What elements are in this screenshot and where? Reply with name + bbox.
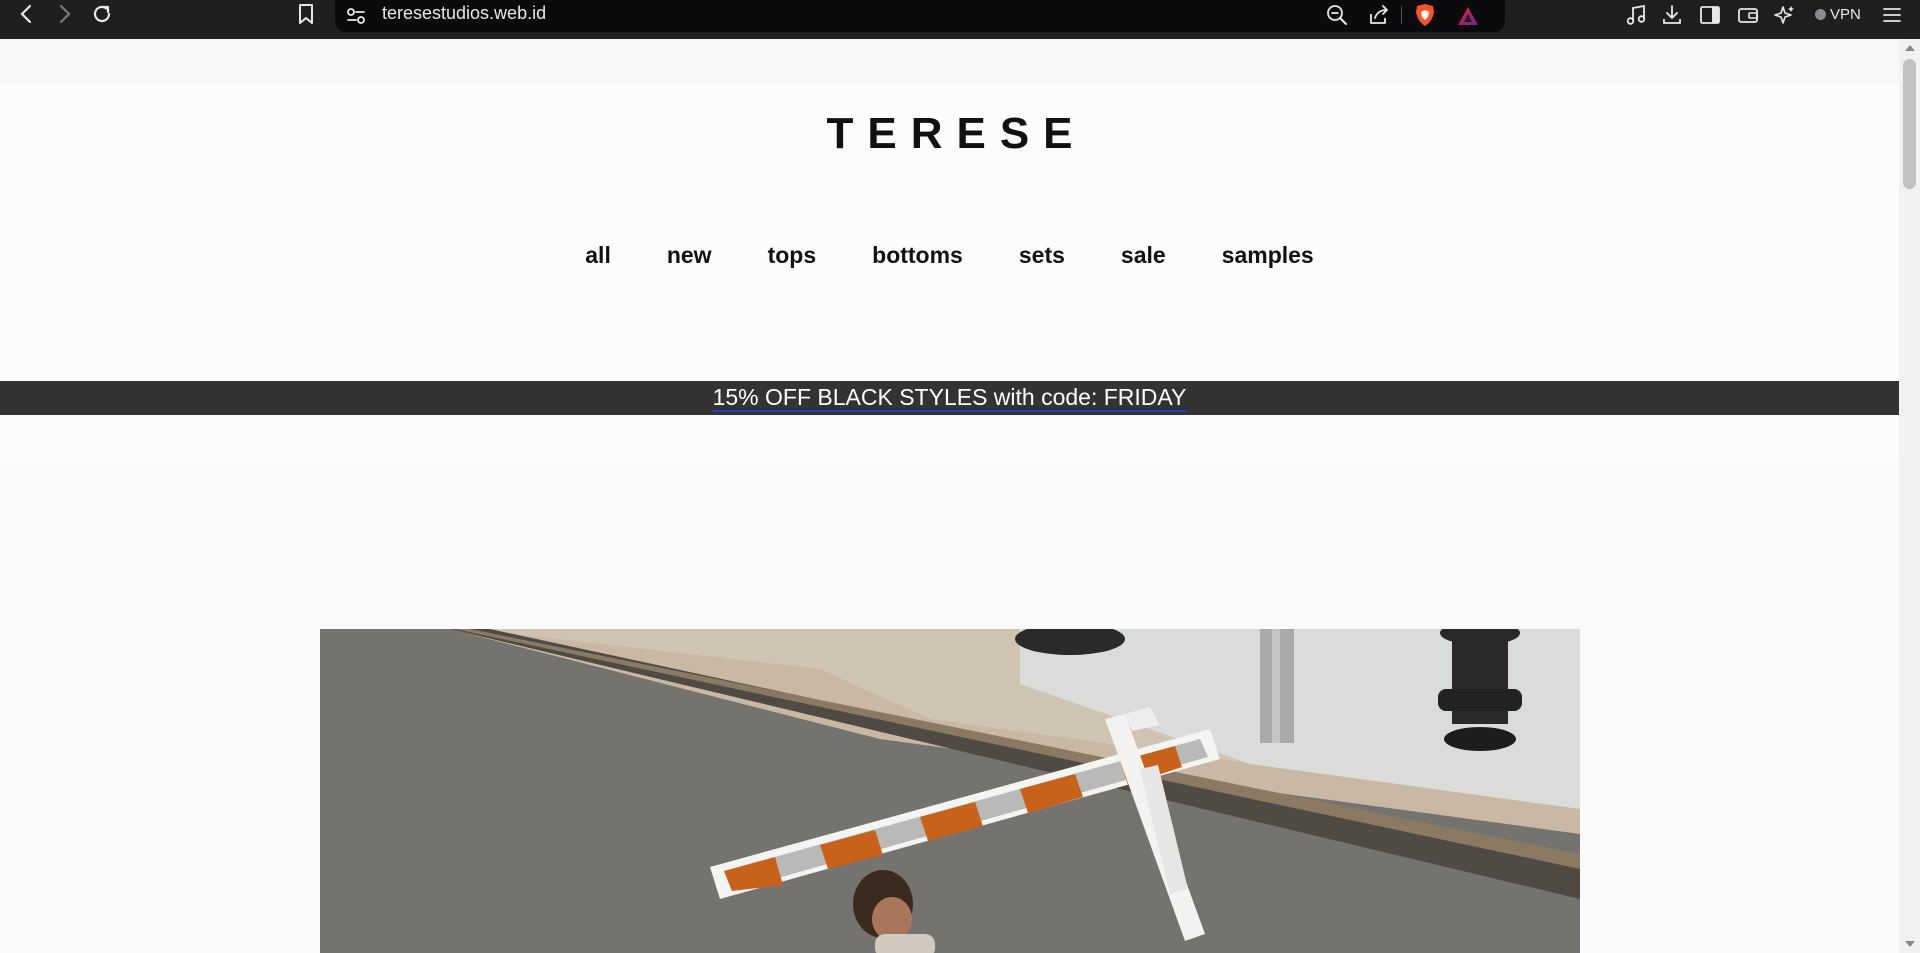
hero-image[interactable]	[320, 629, 1580, 953]
site-settings-icon[interactable]	[345, 5, 367, 27]
scroll-down-arrow-icon[interactable]	[1905, 941, 1915, 947]
bookmark-icon[interactable]	[295, 3, 317, 25]
leo-ai-icon[interactable]	[1773, 3, 1797, 27]
promo-spacer	[0, 415, 1899, 460]
brave-shields-icon[interactable]	[1412, 2, 1438, 28]
wallet-icon[interactable]	[1736, 3, 1760, 27]
menu-icon[interactable]	[1880, 3, 1904, 27]
web-page: TERESE all new tops bottoms sets sale sa…	[0, 39, 1899, 953]
address-bar[interactable]: teresestudios.web.id	[335, 0, 1505, 32]
menu-item-bottoms[interactable]: bottoms	[872, 242, 963, 269]
zoom-out-icon[interactable]	[1325, 3, 1349, 27]
media-icon[interactable]	[1624, 3, 1648, 27]
menu-item-sets[interactable]: sets	[1019, 242, 1065, 269]
vpn-label: VPN	[1830, 5, 1861, 23]
vpn-status-icon	[1815, 8, 1826, 20]
promo-banner: 15% OFF BLACK STYLES with code: FRIDAY	[0, 381, 1899, 415]
menu-item-samples[interactable]: samples	[1222, 242, 1314, 269]
back-icon[interactable]	[16, 3, 38, 25]
site-logo[interactable]: TERESE	[0, 109, 1899, 159]
page-scrollbar[interactable]	[1899, 39, 1920, 953]
street-barricade-photo	[320, 629, 1580, 953]
vpn-button[interactable]: VPN	[1809, 3, 1867, 25]
forward-icon[interactable]	[53, 3, 75, 25]
browser-toolbar: teresestudios.web.id VPN	[0, 0, 1920, 39]
brave-rewards-icon[interactable]	[1455, 3, 1481, 29]
download-icon[interactable]	[1660, 3, 1684, 27]
reload-icon[interactable]	[91, 3, 113, 25]
sidebar-icon[interactable]	[1698, 3, 1722, 27]
top-strip	[0, 39, 1899, 84]
menu-item-tops[interactable]: tops	[768, 242, 817, 269]
main-menu: all new tops bottoms sets sale samples	[0, 242, 1899, 269]
menu-item-all[interactable]: all	[585, 242, 611, 269]
toolbar-divider	[1401, 6, 1402, 24]
scroll-thumb[interactable]	[1903, 59, 1916, 189]
share-icon[interactable]	[1367, 3, 1391, 27]
scroll-up-arrow-icon[interactable]	[1905, 45, 1915, 51]
promo-link[interactable]: 15% OFF BLACK STYLES with code: FRIDAY	[712, 385, 1187, 412]
url-text[interactable]: teresestudios.web.id	[382, 3, 546, 24]
menu-item-sale[interactable]: sale	[1121, 242, 1166, 269]
menu-item-new[interactable]: new	[667, 242, 712, 269]
